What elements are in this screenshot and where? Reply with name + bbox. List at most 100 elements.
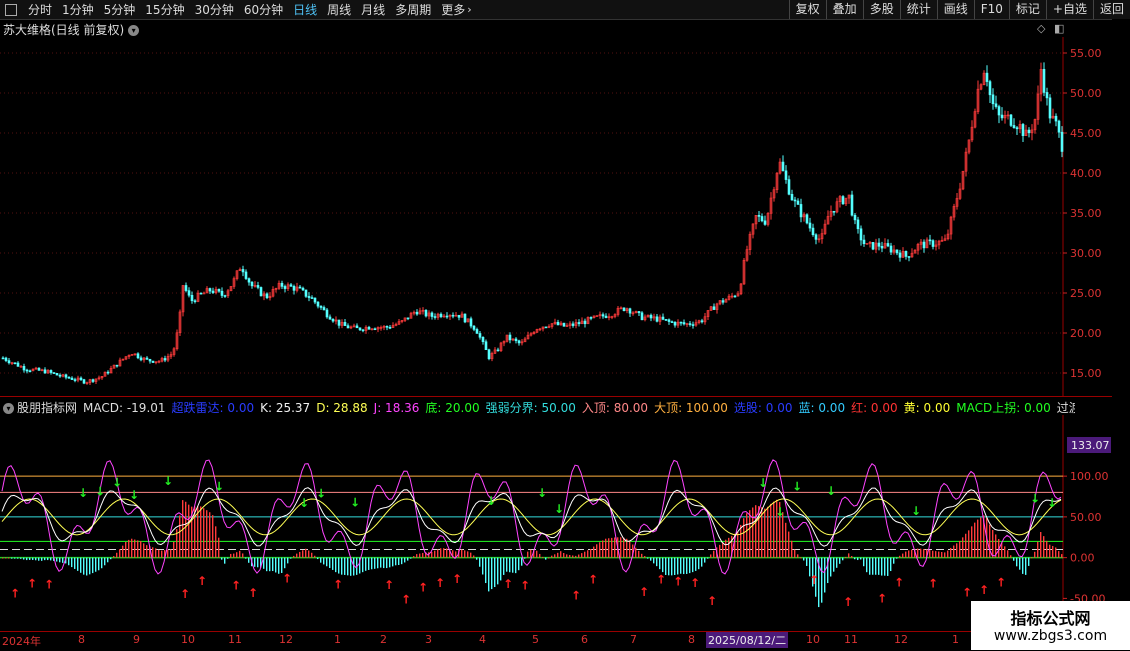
panel-toggle-icon[interactable]: ◧ xyxy=(1054,22,1064,35)
cursor-date-label: 2025/08/12/二 xyxy=(706,632,789,648)
sell-arrow: ↓ xyxy=(316,487,326,501)
candle-body xyxy=(259,287,263,297)
macd-bar xyxy=(32,557,34,561)
macd-bar xyxy=(695,557,697,571)
indicator-field-12: 黄: 0.00 xyxy=(903,401,951,414)
macd-bar xyxy=(275,557,277,573)
macd-bar xyxy=(830,557,832,577)
buy-arrow: ↑ xyxy=(673,575,683,589)
window-icon[interactable] xyxy=(5,3,17,16)
macd-bar xyxy=(605,538,607,558)
price-tick-label-4: 35.00 xyxy=(1070,207,1102,220)
candle-body xyxy=(13,362,17,364)
macd-bar xyxy=(122,545,124,558)
macd-bar xyxy=(575,555,577,558)
macd-bar xyxy=(137,540,139,558)
macd-bar xyxy=(17,557,19,559)
chevron-down-icon[interactable]: ▾ xyxy=(128,25,140,36)
candle-body xyxy=(880,246,884,249)
period-tab-1[interactable]: 1分钟 xyxy=(57,1,99,18)
toolbar-button-0[interactable]: 复权 xyxy=(788,0,826,19)
macd-bar xyxy=(467,551,469,558)
candle-body xyxy=(424,309,428,317)
macd-bar xyxy=(347,557,349,576)
macd-bar xyxy=(752,507,754,558)
time-axis-label-12: 7 xyxy=(630,633,637,646)
macd-bar xyxy=(989,524,991,558)
toolbar-button-2[interactable]: 多股 xyxy=(862,0,900,19)
sell-arrow: ↓ xyxy=(758,476,768,490)
macd-bar xyxy=(8,557,10,559)
macd-bar xyxy=(92,557,94,574)
macd-bar xyxy=(509,557,511,573)
candle-body xyxy=(328,316,332,320)
period-tab-4[interactable]: 30分钟 xyxy=(190,1,239,18)
macd-bar xyxy=(614,537,616,558)
macd-bar xyxy=(908,550,910,558)
macd-bar xyxy=(413,556,415,558)
stock-title[interactable]: 苏大维格(日线 前复权) ▾ xyxy=(3,21,140,38)
indicator-chart[interactable]: 100.0050.000.00-50.00↑↑ ↑↓ ↓↓↓↓↑↑↓↑↑↑↓↓↑↓↑… xyxy=(0,415,1130,631)
macd-bar xyxy=(416,554,418,558)
toolbar-button-5[interactable]: F10 xyxy=(973,0,1009,19)
macd-bar xyxy=(188,504,190,558)
indicator-menu-icon[interactable]: ▾ xyxy=(3,403,14,414)
period-tab-2[interactable]: 5分钟 xyxy=(99,1,141,18)
macd-bar xyxy=(11,557,13,559)
toolbar-button-4[interactable]: 画线 xyxy=(936,0,974,19)
macd-bar xyxy=(977,519,979,558)
macd-bar xyxy=(629,541,631,558)
macd-bar xyxy=(884,557,886,576)
period-tab-7[interactable]: 周线 xyxy=(322,1,356,18)
macd-bar xyxy=(530,549,532,558)
period-tab-5[interactable]: 60分钟 xyxy=(239,1,288,18)
candle-body xyxy=(637,311,641,314)
toolbar-button-1[interactable]: 叠加 xyxy=(825,0,863,19)
candle-body xyxy=(187,290,191,296)
candle-body xyxy=(322,307,326,311)
chevron-right-icon[interactable]: › xyxy=(467,3,471,16)
macd-bar xyxy=(869,557,871,575)
candle-body xyxy=(73,379,77,381)
period-tab-6[interactable]: 日线 xyxy=(288,1,322,18)
toolbar-button-6[interactable]: 标记 xyxy=(1008,0,1046,19)
candle-body xyxy=(220,290,224,296)
candlestick-chart[interactable]: 55.00 50.00 45.00 40.00 35.00 30.00 25.00 20.00… xyxy=(0,37,1130,397)
macd-bar xyxy=(56,557,58,562)
candle-body xyxy=(190,294,194,302)
macd-bar xyxy=(317,557,319,560)
candle-body xyxy=(472,325,476,330)
candle-body xyxy=(898,252,902,258)
diamond-icon[interactable]: ◇ xyxy=(1037,22,1045,35)
macd-bar xyxy=(446,548,448,558)
macd-bar xyxy=(500,557,502,581)
period-tab-0[interactable]: 分时 xyxy=(23,1,57,18)
period-tab-9[interactable]: 多周期 xyxy=(390,1,436,18)
macd-bar xyxy=(713,550,715,558)
macd-bar xyxy=(635,547,637,558)
macd-bar xyxy=(497,557,499,585)
toolbar-button-8[interactable]: 返回 xyxy=(1092,0,1130,19)
indicator-field-14: 过渡: 10.00 xyxy=(1056,401,1075,414)
macd-bar xyxy=(227,557,229,559)
period-tab-8[interactable]: 月线 xyxy=(356,1,390,18)
toolbar-button-3[interactable]: 统计 xyxy=(899,0,937,19)
indicator-name[interactable]: 股朋指标网 xyxy=(17,401,77,414)
macd-bar xyxy=(221,557,223,560)
macd-bar xyxy=(644,556,646,558)
candle-body xyxy=(862,239,866,245)
macd-bar xyxy=(374,557,376,569)
period-tab-3[interactable]: 15分钟 xyxy=(140,1,189,18)
price-tick-label-1: 50.00 xyxy=(1070,87,1102,100)
macd-bar xyxy=(653,557,655,564)
macd-bar xyxy=(389,557,391,568)
macd-bar xyxy=(116,552,118,558)
candle-body xyxy=(988,81,992,96)
toolbar-button-7[interactable]: +自选 xyxy=(1045,0,1093,19)
macd-bar xyxy=(959,540,961,558)
candle-body xyxy=(700,320,704,323)
period-tab-10[interactable]: 更多 xyxy=(436,1,470,18)
candle-body xyxy=(136,353,140,359)
macd-bar xyxy=(950,547,952,558)
macd-bar xyxy=(788,531,790,558)
